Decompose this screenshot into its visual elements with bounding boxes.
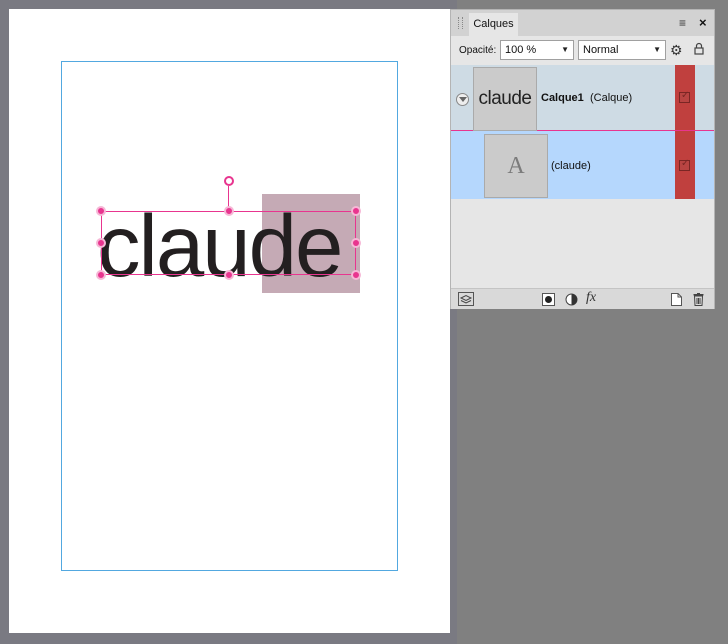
visibility-checkbox[interactable] bbox=[679, 90, 690, 103]
layers-toolbar: Opacité: 100 % ▼ Normal ▼ ⚙ bbox=[451, 37, 714, 63]
workspace-border-bottom bbox=[0, 633, 457, 644]
layer-row-text[interactable]: A (claude) bbox=[451, 131, 714, 199]
panel-menu-icon[interactable]: ≡ bbox=[679, 16, 686, 30]
text-layer-thumbnail: A bbox=[484, 134, 548, 198]
expand-toggle-icon[interactable] bbox=[456, 93, 469, 106]
mask-icon[interactable] bbox=[542, 293, 555, 306]
page-margin-guide bbox=[61, 61, 398, 571]
layers-footer: fx bbox=[451, 288, 714, 309]
resize-handle-right[interactable] bbox=[351, 238, 361, 248]
chevron-down-icon: ▼ bbox=[561, 45, 569, 54]
layers-icon[interactable] bbox=[458, 292, 474, 306]
new-layer-icon[interactable] bbox=[671, 293, 682, 306]
layer-row-calque1[interactable]: claude Calque1 (Calque) bbox=[451, 65, 714, 131]
visibility-checkbox[interactable] bbox=[679, 158, 690, 171]
adjustment-icon[interactable] bbox=[565, 293, 578, 306]
resize-handle-bottom-right[interactable] bbox=[351, 270, 361, 280]
lock-icon[interactable] bbox=[694, 42, 704, 55]
layer-name: Calque1 bbox=[541, 92, 584, 104]
resize-handle-left[interactable] bbox=[96, 238, 106, 248]
gear-icon[interactable]: ⚙ bbox=[670, 42, 683, 59]
resize-handle-bottom[interactable] bbox=[224, 270, 234, 280]
close-icon[interactable]: × bbox=[699, 15, 707, 30]
opacity-value: 100 % bbox=[505, 44, 537, 56]
selection-bounding-box[interactable] bbox=[101, 211, 356, 275]
workspace-border-top bbox=[0, 0, 457, 9]
tab-calques[interactable]: Calques bbox=[469, 13, 518, 36]
layer-thumbnail: claude bbox=[473, 67, 537, 131]
opacity-dropdown[interactable]: 100 % ▼ bbox=[500, 40, 574, 60]
layers-panel: Calques ≡ × Opacité: 100 % ▼ Normal ▼ ⚙ … bbox=[450, 9, 715, 309]
panel-tab-bar: Calques ≡ × bbox=[451, 10, 714, 36]
trash-icon[interactable] bbox=[693, 293, 704, 306]
resize-handle-bottom-left[interactable] bbox=[96, 270, 106, 280]
rotation-handle[interactable] bbox=[224, 176, 234, 186]
visibility-column bbox=[675, 131, 695, 199]
chevron-down-icon: ▼ bbox=[653, 45, 661, 54]
resize-handle-top[interactable] bbox=[224, 206, 234, 216]
layer-name: (claude) bbox=[551, 160, 591, 172]
blend-mode-value: Normal bbox=[583, 44, 619, 56]
fx-icon[interactable]: fx bbox=[586, 290, 596, 306]
resize-handle-top-right[interactable] bbox=[351, 206, 361, 216]
visibility-column bbox=[675, 65, 695, 130]
opacity-label: Opacité: bbox=[459, 45, 497, 56]
blend-mode-dropdown[interactable]: Normal ▼ bbox=[578, 40, 666, 60]
panel-grip-icon[interactable] bbox=[458, 17, 463, 29]
workspace-border-left bbox=[0, 0, 9, 644]
resize-handle-top-left[interactable] bbox=[96, 206, 106, 216]
document-canvas[interactable]: claude bbox=[9, 9, 450, 633]
layer-type: (Calque) bbox=[590, 92, 633, 104]
